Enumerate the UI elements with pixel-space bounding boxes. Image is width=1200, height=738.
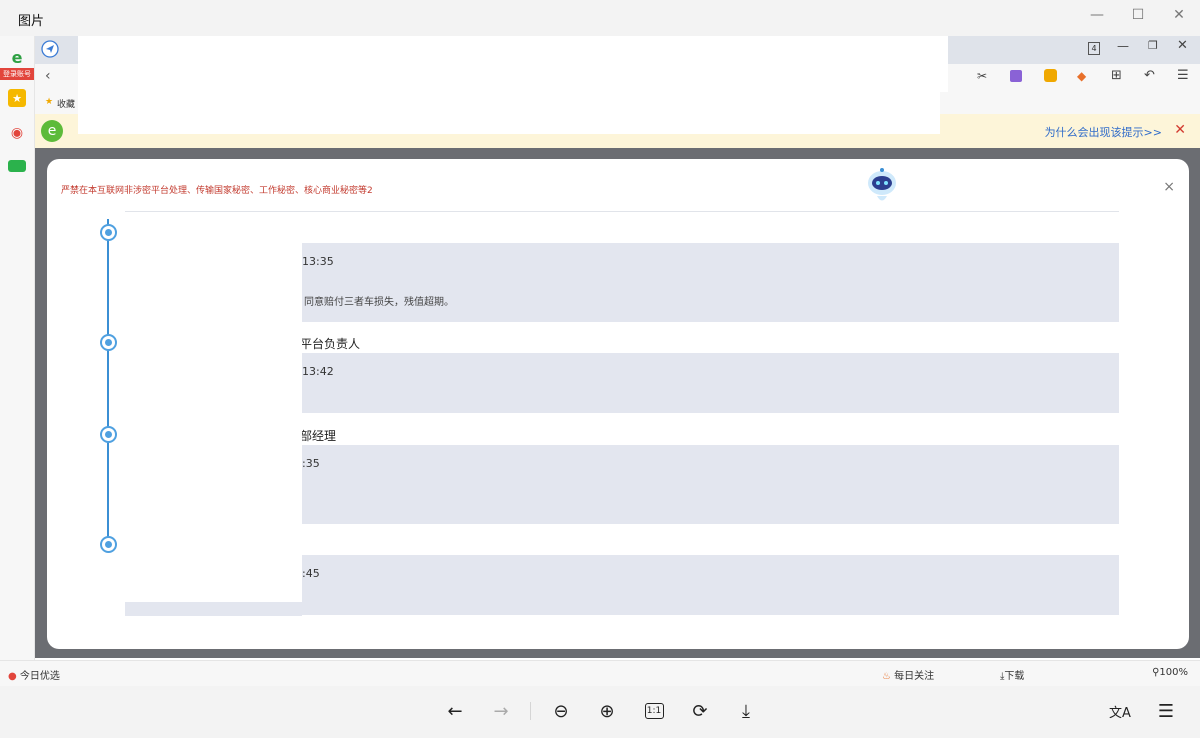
entry-time: :45 — [302, 567, 320, 580]
ie-logo-icon: e — [41, 120, 63, 142]
notes-icon[interactable] — [1010, 70, 1022, 82]
security-notice: 严禁在本互联网非涉密平台处理、传输国家秘密、工作秘密、核心商业秘密等2 — [61, 186, 373, 196]
browser-sidebar: e 登录账号 ★ ◉ — [0, 36, 35, 686]
window-title: 图片 — [18, 14, 45, 29]
why-warning-link[interactable]: 为什么会出现该提示>> — [1045, 124, 1162, 140]
next-image-button[interactable]: → — [487, 698, 515, 724]
browser-logo-icon: e — [11, 47, 23, 67]
tab-minimize-icon[interactable]: — — [1117, 39, 1129, 53]
tab-count[interactable]: 4 — [1088, 42, 1100, 55]
maximize-button[interactable]: ☐ — [1125, 5, 1151, 25]
tab-restore-icon[interactable]: ❐ — [1148, 39, 1158, 52]
warning-close-icon[interactable]: ✕ — [1174, 122, 1186, 138]
redacted-region — [119, 219, 302, 602]
today-deals-link[interactable]: ● 今日优选 — [8, 667, 60, 682]
tab-close-icon[interactable]: ✕ — [1177, 38, 1188, 53]
timeline-node — [100, 224, 117, 241]
timeline-card: 13:35 同意赔付三者车损失，残值超期。 — [302, 243, 1119, 322]
rotate-button[interactable]: ⟳ — [686, 698, 714, 724]
flame-icon: ♨ — [882, 671, 891, 682]
heart-icon: ● — [8, 671, 17, 682]
minimize-button[interactable]: — — [1084, 5, 1110, 25]
daily-follow-link[interactable]: ♨ 每日关注 — [882, 667, 934, 682]
robot-assistant-icon[interactable] — [864, 167, 900, 207]
download-label: 下载 — [1004, 671, 1025, 682]
timeline-card-edge — [125, 602, 302, 616]
actual-size-button[interactable]: 1:1 — [640, 698, 668, 724]
previous-image-button[interactable]: ← — [441, 698, 469, 724]
text-recognition-button[interactable]: ☰ — [1152, 698, 1180, 724]
timeline-node — [100, 536, 117, 553]
redacted-region — [78, 36, 948, 92]
toolbar-separator — [530, 702, 531, 720]
entry-time: 13:42 — [302, 365, 334, 378]
zoom-value: 100% — [1159, 667, 1188, 678]
save-button[interactable]: ⤓ — [732, 698, 760, 724]
zoom-in-button[interactable]: ⊕ — [593, 698, 621, 724]
menu-icon[interactable]: ☰ — [1177, 68, 1189, 83]
dialog-divider — [125, 211, 1119, 212]
entry-time: 13:35 — [302, 255, 334, 268]
zoom-out-button[interactable]: ⊖ — [547, 698, 575, 724]
daily-follow-label: 每日关注 — [894, 671, 935, 682]
screenshot-image: e 登录账号 ★ ◉ 4 — ❐ ✕ ‹ ✂ ◆ ⊞ ↶ ☰ ★ 收藏 e 为什… — [0, 36, 1200, 686]
star-icon: ★ — [8, 89, 26, 107]
approval-dialog: 严禁在本互联网非涉密平台处理、传输国家秘密、工作秘密、核心商业秘密等2 × 13… — [47, 159, 1189, 649]
entry-comment: 同意赔付三者车损失，残值超期。 — [304, 297, 454, 308]
timeline-line — [107, 219, 109, 544]
undo-icon[interactable]: ↶ — [1144, 68, 1155, 83]
shield-icon[interactable] — [1044, 69, 1057, 82]
redacted-region — [78, 92, 940, 134]
viewer-toolbar: ← → ⊖ ⊕ 1:1 ⟳ ⤓ 文A ☰ — [0, 686, 1200, 738]
favorite-star-icon: ★ — [45, 97, 54, 107]
close-button[interactable]: ✕ — [1166, 5, 1192, 25]
timeline-node — [100, 426, 117, 443]
login-badge: 登录账号 — [0, 68, 34, 80]
navigation-icon — [41, 40, 59, 58]
actual-size-icon: 1:1 — [644, 703, 664, 719]
timeline-card: 13:42 — [302, 353, 1119, 413]
mail-icon — [8, 160, 26, 172]
favorites-label[interactable]: 收藏 — [57, 97, 75, 110]
today-deals-label: 今日优选 — [19, 671, 60, 682]
translate-button[interactable]: 文A — [1106, 698, 1134, 724]
entry-role: 部经理 — [300, 429, 337, 443]
timeline-card: :45 — [302, 555, 1119, 615]
timeline-node — [100, 334, 117, 351]
dialog-close-button[interactable]: × — [1163, 179, 1175, 195]
download-link[interactable]: ⤓下载 — [1000, 667, 1024, 682]
browser-status-bar: ● 今日优选 ♨ 每日关注 ⤓下载 ⚲100% — [0, 660, 1200, 686]
scissors-icon[interactable]: ✂ — [977, 69, 987, 83]
image-viewer-window: 图片 — ☐ ✕ e 登录账号 ★ ◉ 4 — ❐ ✕ ‹ ✂ ◆ ⊞ ↶ ☰ … — [0, 0, 1200, 738]
entry-role: 平台负责人 — [300, 337, 361, 351]
title-bar: 图片 — ☐ ✕ — [0, 0, 1200, 36]
game-icon[interactable]: ◆ — [1077, 69, 1086, 83]
weibo-icon: ◉ — [10, 125, 24, 141]
back-icon[interactable]: ‹ — [45, 68, 51, 84]
timeline-card: :35 — [302, 445, 1119, 524]
zoom-indicator[interactable]: ⚲100% — [1152, 667, 1188, 678]
entry-time: :35 — [302, 457, 320, 470]
apps-icon[interactable]: ⊞ — [1111, 68, 1122, 83]
